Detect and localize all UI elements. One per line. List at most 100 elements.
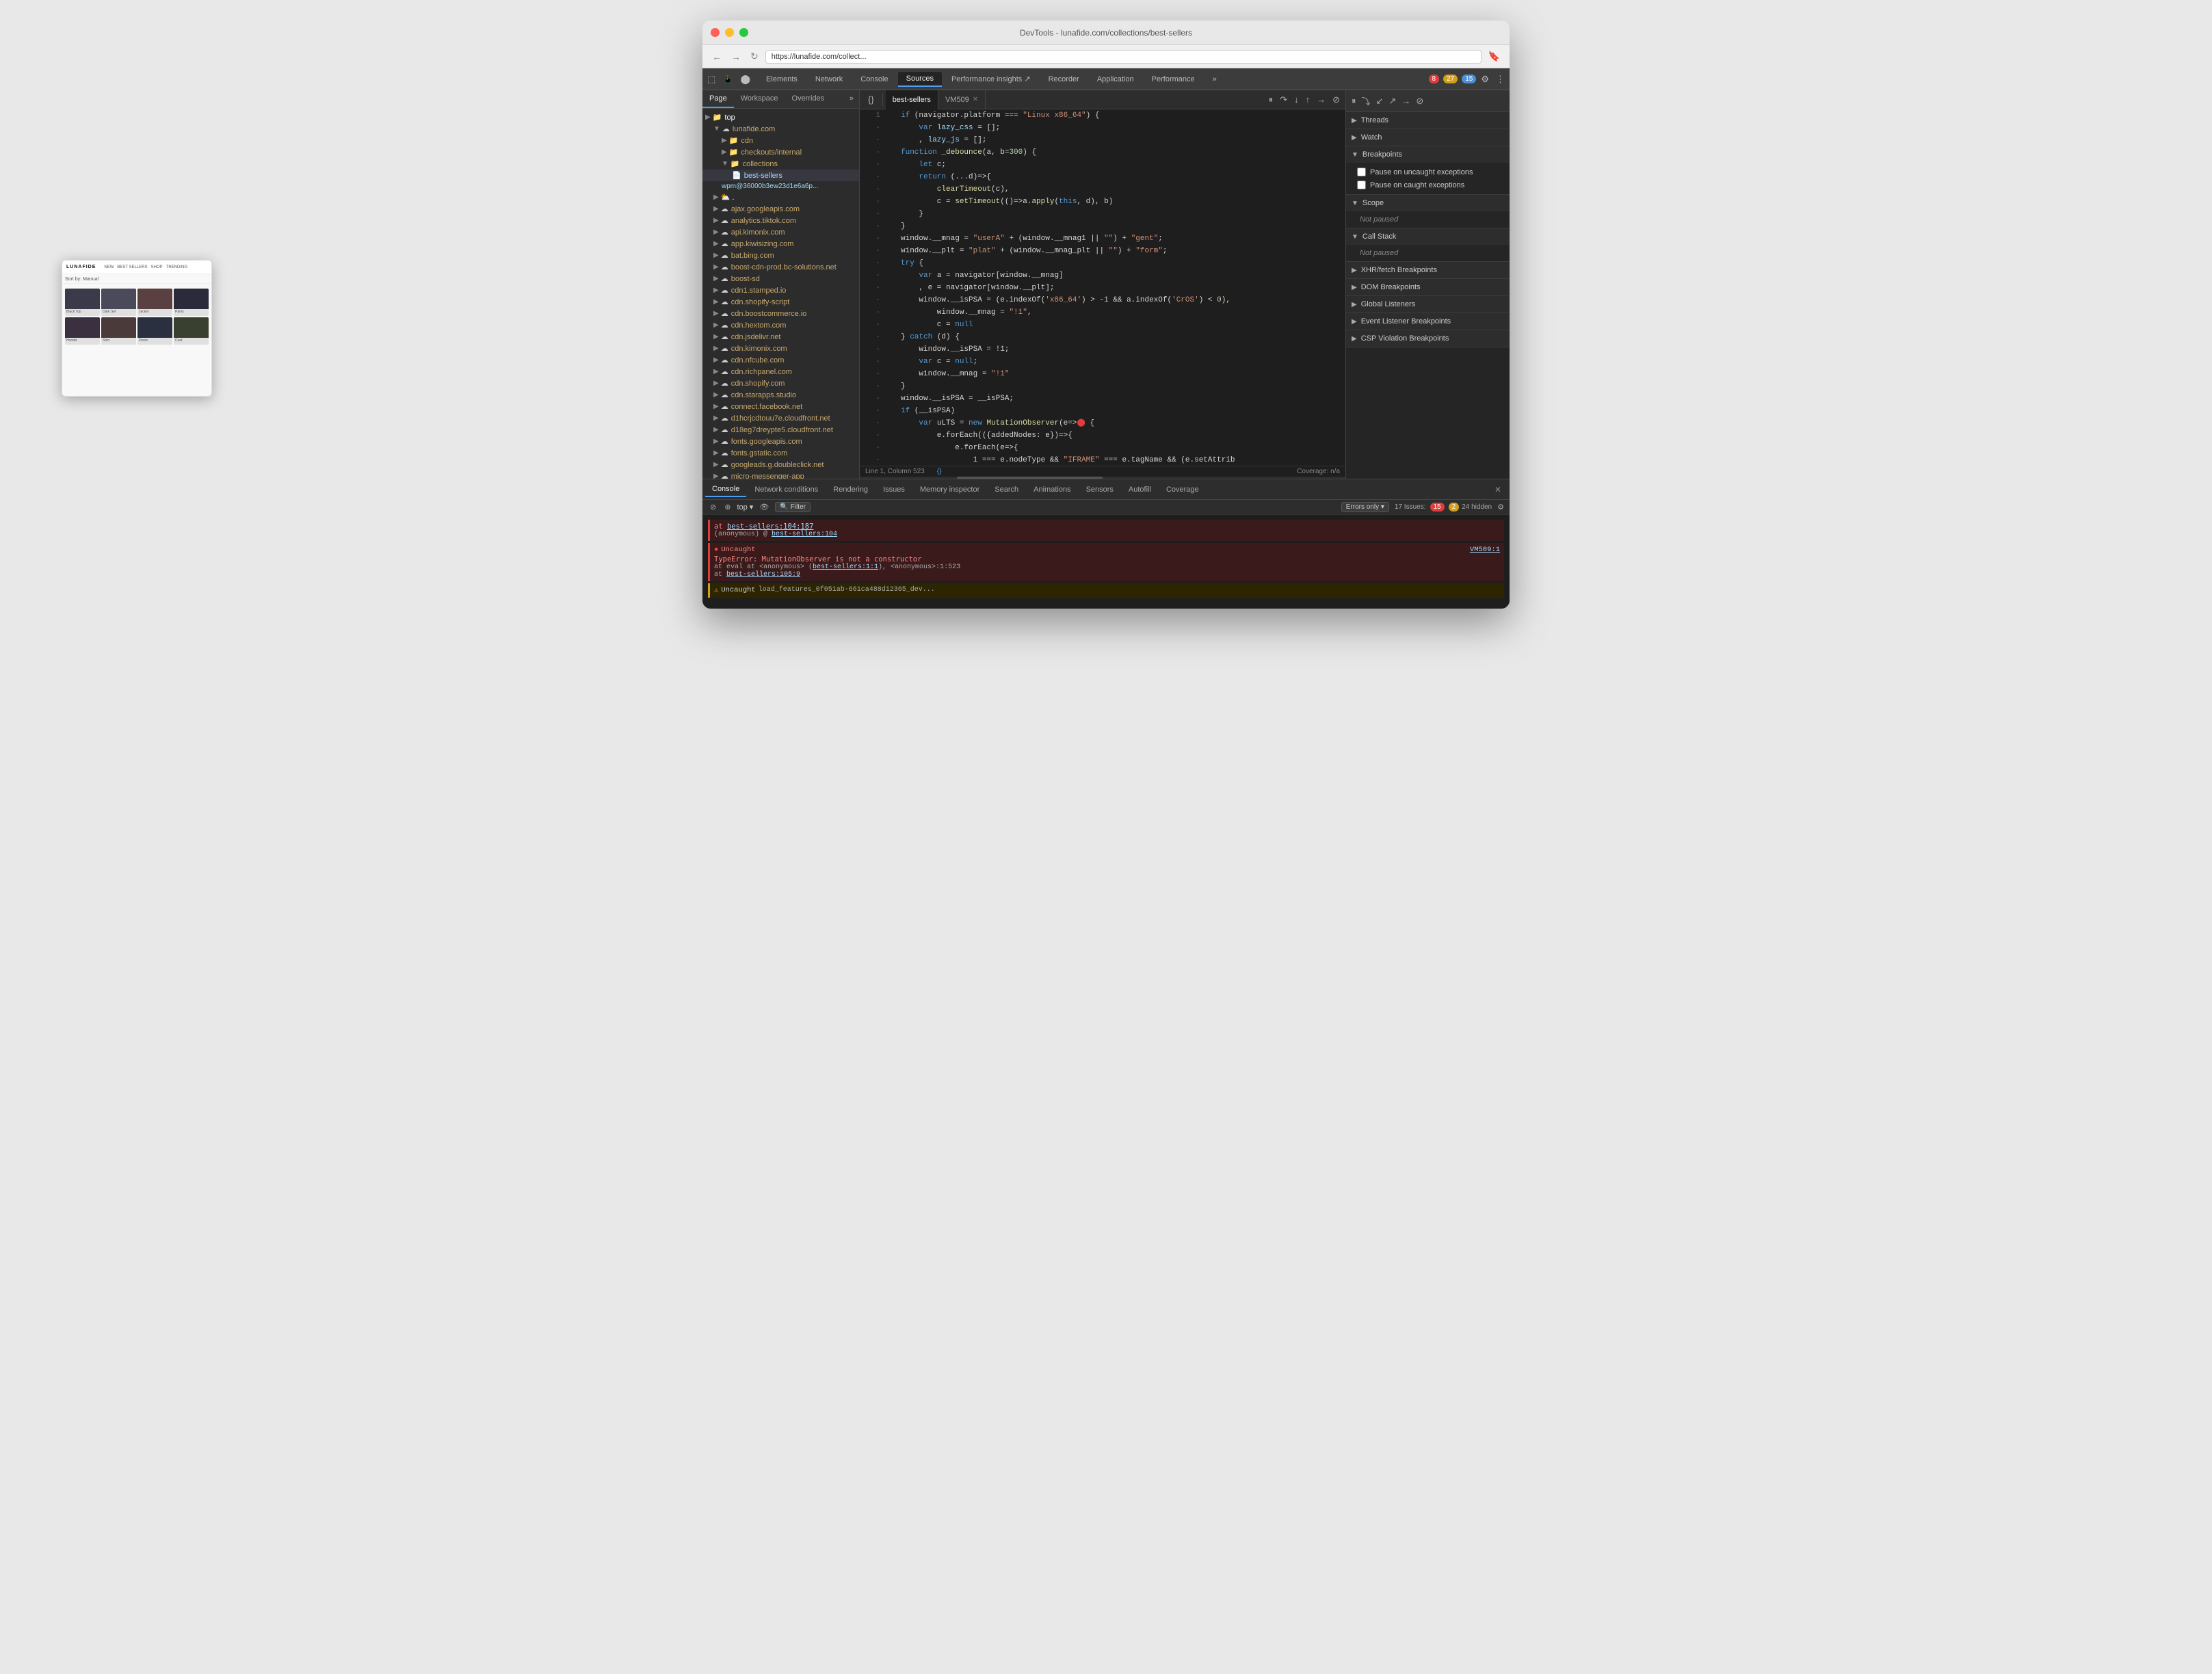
step-out-debug-btn[interactable]: ↗ — [1387, 94, 1397, 108]
tree-item-app-kiwi[interactable]: ▶ ☁ app.kiwisizing.com — [702, 238, 859, 250]
console-tab-memory[interactable]: Memory inspector — [913, 483, 986, 496]
record-icon[interactable]: ⬤ — [738, 72, 752, 87]
pretty-print-btn[interactable]: {} — [865, 93, 877, 106]
event-section-header[interactable]: ▶ Event Listener Breakpoints — [1346, 313, 1510, 330]
tree-item-cdn[interactable]: ▶ 📁 cdn — [702, 135, 859, 146]
tree-item-checkouts[interactable]: ▶ 📁 checkouts/internal — [702, 146, 859, 158]
console-tab-issues[interactable]: Issues — [876, 483, 912, 496]
threads-section-header[interactable]: ▶ Threads — [1346, 112, 1510, 129]
tree-item-cdn-jsdelivr[interactable]: ▶ ☁ cdn.jsdelivr.net — [702, 331, 859, 343]
tree-item-analytics-tiktok[interactable]: ▶ ☁ analytics.tiktok.com — [702, 215, 859, 226]
tree-item-collections[interactable]: ▼ 📁 collections — [702, 158, 859, 170]
console-filter-toggle-btn[interactable]: ⊕ — [722, 502, 733, 512]
console-error-link-1b[interactable]: best-sellers:104 — [772, 531, 837, 538]
close-button[interactable] — [711, 28, 720, 37]
address-bar[interactable] — [765, 50, 1482, 64]
xhr-section-header[interactable]: ▶ XHR/fetch Breakpoints — [1346, 262, 1510, 278]
tree-item-cdn-starapps[interactable]: ▶ ☁ cdn.starapps.studio — [702, 389, 859, 401]
console-tab-animations[interactable]: Animations — [1027, 483, 1077, 496]
console-error-link-2b[interactable]: best-sellers:105:9 — [726, 571, 800, 579]
deactivate-breakpoints-btn[interactable]: ⊘ — [1330, 93, 1343, 107]
code-tab-best-sellers[interactable]: best-sellers — [886, 90, 938, 109]
tab-network[interactable]: Network — [807, 72, 851, 86]
csp-section-header[interactable]: ▶ CSP Violation Breakpoints — [1346, 330, 1510, 347]
device-icon[interactable]: 📱 — [720, 72, 735, 87]
console-eye-btn[interactable]: 👁 — [757, 502, 771, 512]
console-error-link-1a[interactable]: best-sellers:104:187 — [727, 522, 813, 531]
console-tab-sensors[interactable]: Sensors — [1079, 483, 1120, 496]
step-over-btn[interactable]: ↷ — [1277, 93, 1290, 107]
code-editor-content[interactable]: 1 if (navigator.platform === "Linux x86_… — [860, 109, 1345, 466]
tree-item-cdn-kimonix[interactable]: ▶ ☁ cdn.kimonix.com — [702, 343, 859, 354]
console-tab-console[interactable]: Console — [705, 482, 746, 497]
tree-item-d18eg[interactable]: ▶ ☁ d18eg7dreypte5.cloudfront.net — [702, 424, 859, 436]
panel-tab-more[interactable]: » — [844, 90, 859, 108]
tree-item-googleads[interactable]: ▶ ☁ googleads.g.doubleclick.net — [702, 459, 859, 470]
tree-item-ajax[interactable]: ▶ ☁ ajax.googleapis.com — [702, 203, 859, 215]
global-section-header[interactable]: ▶ Global Listeners — [1346, 296, 1510, 313]
tree-item-fonts-gstatic[interactable]: ▶ ☁ fonts.gstatic.com — [702, 447, 859, 459]
tree-item-wpm[interactable]: wpm@36000b3ew23d1e6a6p... — [702, 181, 859, 191]
scope-section-header[interactable]: ▼ Scope — [1346, 195, 1510, 211]
console-clear-btn[interactable]: ⊘ — [708, 502, 718, 512]
tree-item-cdn-shopifycom[interactable]: ▶ ☁ cdn.shopify.com — [702, 377, 859, 389]
tab-performance-insights[interactable]: Performance insights ↗ — [943, 72, 1039, 86]
tab-more[interactable]: » — [1204, 72, 1225, 86]
tab-page[interactable]: Page — [702, 90, 734, 108]
code-tab-vm509[interactable]: VM509 ✕ — [938, 90, 986, 109]
console-context-selector[interactable]: top ▾ — [737, 503, 753, 512]
step-btn[interactable]: → — [1314, 93, 1328, 107]
console-error-vm-link[interactable]: VM509:1 — [1470, 546, 1500, 554]
tab-application[interactable]: Application — [1089, 72, 1142, 86]
tab-workspace[interactable]: Workspace — [734, 90, 785, 108]
step-out-btn[interactable]: ↑ — [1303, 93, 1313, 107]
tree-item-top[interactable]: ▶ 📁 top — [702, 111, 859, 123]
minimize-button[interactable] — [725, 28, 734, 37]
tree-item-cdn-shopify[interactable]: ▶ ☁ cdn.shopify-script — [702, 296, 859, 308]
step-into-debug-btn[interactable]: ↙ — [1375, 94, 1385, 108]
tree-item-cdn-boostcommerce[interactable]: ▶ ☁ cdn.boostcommerce.io — [702, 308, 859, 319]
tree-item-cdn-richpanel[interactable]: ▶ ☁ cdn.richpanel.com — [702, 366, 859, 377]
console-close-btn[interactable]: ✕ — [1489, 482, 1507, 497]
deactivate-debug-btn[interactable]: ⊘ — [1414, 94, 1425, 108]
pause-caught-checkbox[interactable]: Pause on caught exceptions — [1352, 178, 1504, 191]
console-tab-search[interactable]: Search — [988, 483, 1025, 496]
settings-icon[interactable]: ⚙ — [1479, 72, 1491, 87]
console-tab-network-conditions[interactable]: Network conditions — [748, 483, 825, 496]
console-tab-coverage[interactable]: Coverage — [1159, 483, 1206, 496]
breakpoints-section-header[interactable]: ▼ Breakpoints — [1346, 146, 1510, 163]
tree-item-boost-sd[interactable]: ▶ ☁ boost-sd — [702, 273, 859, 284]
back-button[interactable]: ← — [709, 50, 724, 64]
console-tab-autofill[interactable]: Autofill — [1122, 483, 1158, 496]
refresh-button[interactable]: ↻ — [748, 49, 761, 64]
tab-performance[interactable]: Performance — [1144, 72, 1203, 86]
pause-uncaught-input[interactable] — [1357, 168, 1366, 176]
tree-item-cdn1-stamped[interactable]: ▶ ☁ cdn1.stamped.io — [702, 284, 859, 296]
console-errors-only-btn[interactable]: Errors only ▾ — [1341, 502, 1389, 512]
tab-console[interactable]: Console — [852, 72, 896, 86]
tree-item-api-kimonix[interactable]: ▶ ☁ api.kimonix.com — [702, 226, 859, 238]
tree-item-cdn-hextom[interactable]: ▶ ☁ cdn.hextom.com — [702, 319, 859, 331]
bookmark-button[interactable]: 🔖 — [1486, 49, 1503, 64]
close-tab-icon[interactable]: ✕ — [973, 96, 978, 103]
step-over-debug-btn[interactable]: ⤵ — [1360, 93, 1372, 109]
pause-resume-btn[interactable]: ⏸ — [1266, 93, 1276, 107]
tree-item-micro[interactable]: ▶ ☁ micro-messenger-app — [702, 470, 859, 479]
maximize-button[interactable] — [739, 28, 748, 37]
tab-overrides[interactable]: Overrides — [785, 90, 832, 108]
pause-caught-input[interactable] — [1357, 181, 1366, 189]
dom-section-header[interactable]: ▶ DOM Breakpoints — [1346, 279, 1510, 295]
tree-item-boost-cdn[interactable]: ▶ ☁ boost-cdn-prod.bc-solutions.net — [702, 261, 859, 273]
pause-debugger-btn[interactable]: ⏸ — [1350, 94, 1358, 108]
console-error-link-2a[interactable]: best-sellers:1:1 — [813, 563, 878, 571]
console-tab-rendering[interactable]: Rendering — [826, 483, 875, 496]
tree-item-lunafide[interactable]: ▼ ☁ lunafide.com — [702, 123, 859, 135]
callstack-section-header[interactable]: ▼ Call Stack — [1346, 228, 1510, 245]
tree-item-bat-bing[interactable]: ▶ ☁ bat.bing.com — [702, 250, 859, 261]
step-debug-btn[interactable]: → — [1400, 94, 1412, 107]
tree-item-d1hcr[interactable]: ▶ ☁ d1hcrjcdtouu7e.cloudfront.net — [702, 412, 859, 424]
watch-section-header[interactable]: ▶ Watch — [1346, 129, 1510, 146]
forward-button[interactable]: → — [728, 50, 743, 64]
tree-item-cloud[interactable]: ▶ ⛅ . — [702, 191, 859, 203]
tree-item-cdn-nfcube[interactable]: ▶ ☁ cdn.nfcube.com — [702, 354, 859, 366]
